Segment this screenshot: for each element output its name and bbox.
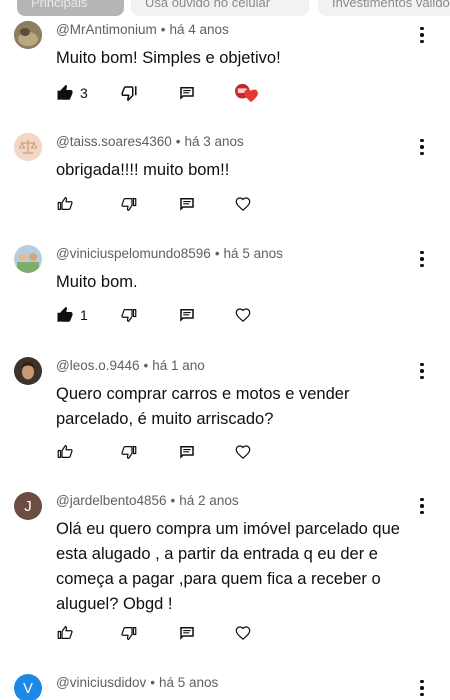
heart-icon [235,308,251,323]
reply-button[interactable] [178,441,196,463]
meta-separator: • [175,134,181,149]
more-vert-icon[interactable] [413,676,431,700]
meta-separator: • [160,22,166,37]
more-vert-icon[interactable] [413,494,431,518]
comment-time: há 4 anos [169,22,229,37]
meta-separator: • [150,675,155,690]
thumb-up-icon [57,445,73,458]
like-button[interactable]: 3 [56,82,88,104]
comment-meta: @MrAntimonium • há 4 anos [56,22,229,37]
heart-button[interactable] [234,622,252,644]
thumb-up-icon [57,84,73,100]
chip-filter-3[interactable]: Investimentos válidos [318,0,450,16]
comment-text: Quero comprar carros e motos e vender pa… [56,385,350,428]
comment-meta: @taiss.soares4360 • há 3 anos [56,134,244,149]
reply-button[interactable] [178,622,196,644]
chip-filter-2[interactable]: Usa ouvido no celular [131,0,309,16]
meta-separator: • [143,358,149,373]
avatar[interactable] [14,133,42,161]
comment-time: há 5 anos [158,675,219,690]
avatar-letter: V [22,679,33,697]
comment-meta: @viniciuspelomundo8596 • há 5 anos [56,246,283,261]
comment-text: Olá eu quero compra um imóvel parcelado … [56,520,400,613]
avatar[interactable] [14,357,42,385]
reply-button[interactable] [178,304,196,326]
comment-text: Muito bom. [56,273,138,291]
thumb-up-icon [57,626,73,639]
reply-icon [180,87,194,100]
meta-separator: • [170,493,176,508]
scales-icon [14,133,42,161]
avatar-image [14,21,42,49]
comment-actions [56,622,416,644]
thumb-up-icon [57,197,73,210]
dislike-button[interactable] [120,304,138,326]
comment-author[interactable]: @jardelbento4856 [56,493,167,508]
thumb-down-icon [121,86,137,102]
comment-time: há 3 anos [184,134,244,149]
comment-actions [56,193,416,215]
like-button[interactable] [56,441,74,463]
comment-meta: @leos.o.9446 • há 1 ano [56,358,205,373]
thumb-up-icon [57,306,73,322]
like-button[interactable] [56,622,74,644]
thumb-down-icon [121,309,137,322]
comment-author[interactable]: @viniciusdidov [56,675,146,690]
avatar-image [14,245,42,273]
comment-meta: @jardelbento4856 • há 2 anos [56,493,239,508]
avatar[interactable] [14,21,42,49]
avatar-letter: J [24,497,32,515]
dislike-button[interactable] [120,193,138,215]
comment-text: obrigada!!!! muito bom!! [56,161,230,179]
filter-chips-bar: Principais Usa ouvido no celular Investi… [0,0,450,18]
reply-icon [180,627,194,640]
comment-actions: 3 [56,82,416,104]
comment-author[interactable]: @taiss.soares4360 [56,134,172,149]
thumb-down-icon [121,198,137,211]
chip-principais[interactable]: Principais [17,0,124,16]
heart-button[interactable] [234,441,252,463]
reply-icon [180,198,194,211]
heart-icon [235,445,251,460]
avatar[interactable]: J [14,492,42,520]
heart-button[interactable] [234,304,252,326]
like-button[interactable] [56,193,74,215]
heart-icon [235,626,251,641]
dislike-button[interactable] [120,622,138,644]
like-count: 3 [80,85,88,101]
thumb-down-icon [121,627,137,640]
more-vert-icon[interactable] [413,23,431,47]
reply-icon [180,309,194,322]
more-vert-icon[interactable] [413,135,431,159]
dislike-button[interactable] [120,82,138,104]
heart-button[interactable] [234,193,252,215]
comment-time: há 1 ano [152,358,205,373]
comment-author[interactable]: @viniciuspelomundo8596 [56,246,211,261]
creator-heart [234,82,258,104]
comment-author[interactable]: @MrAntimonium [56,22,157,37]
reply-icon [180,446,194,459]
more-vert-icon[interactable] [413,247,431,271]
meta-separator: • [214,246,220,261]
avatar-image [14,357,42,385]
comment-actions: 1 [56,304,416,326]
reply-button[interactable] [178,82,196,104]
avatar[interactable] [14,245,42,273]
comment-actions [56,441,416,463]
reply-button[interactable] [178,193,196,215]
comment-author[interactable]: @leos.o.9446 [56,358,140,373]
comment-time: há 2 anos [179,493,239,508]
comment-meta: @viniciusdidov • há 5 anos [56,675,218,690]
heart-icon [235,197,251,212]
dislike-button[interactable] [120,441,138,463]
avatar[interactable]: V [14,674,42,700]
comment-text: Muito bom! Simples e objetivo! [56,49,281,67]
comment-time: há 5 anos [223,246,283,261]
thumb-down-icon [121,446,137,459]
more-vert-icon[interactable] [413,359,431,383]
like-button[interactable]: 1 [56,304,88,326]
creator-heart-icon [235,83,258,103]
like-count: 1 [80,307,88,323]
